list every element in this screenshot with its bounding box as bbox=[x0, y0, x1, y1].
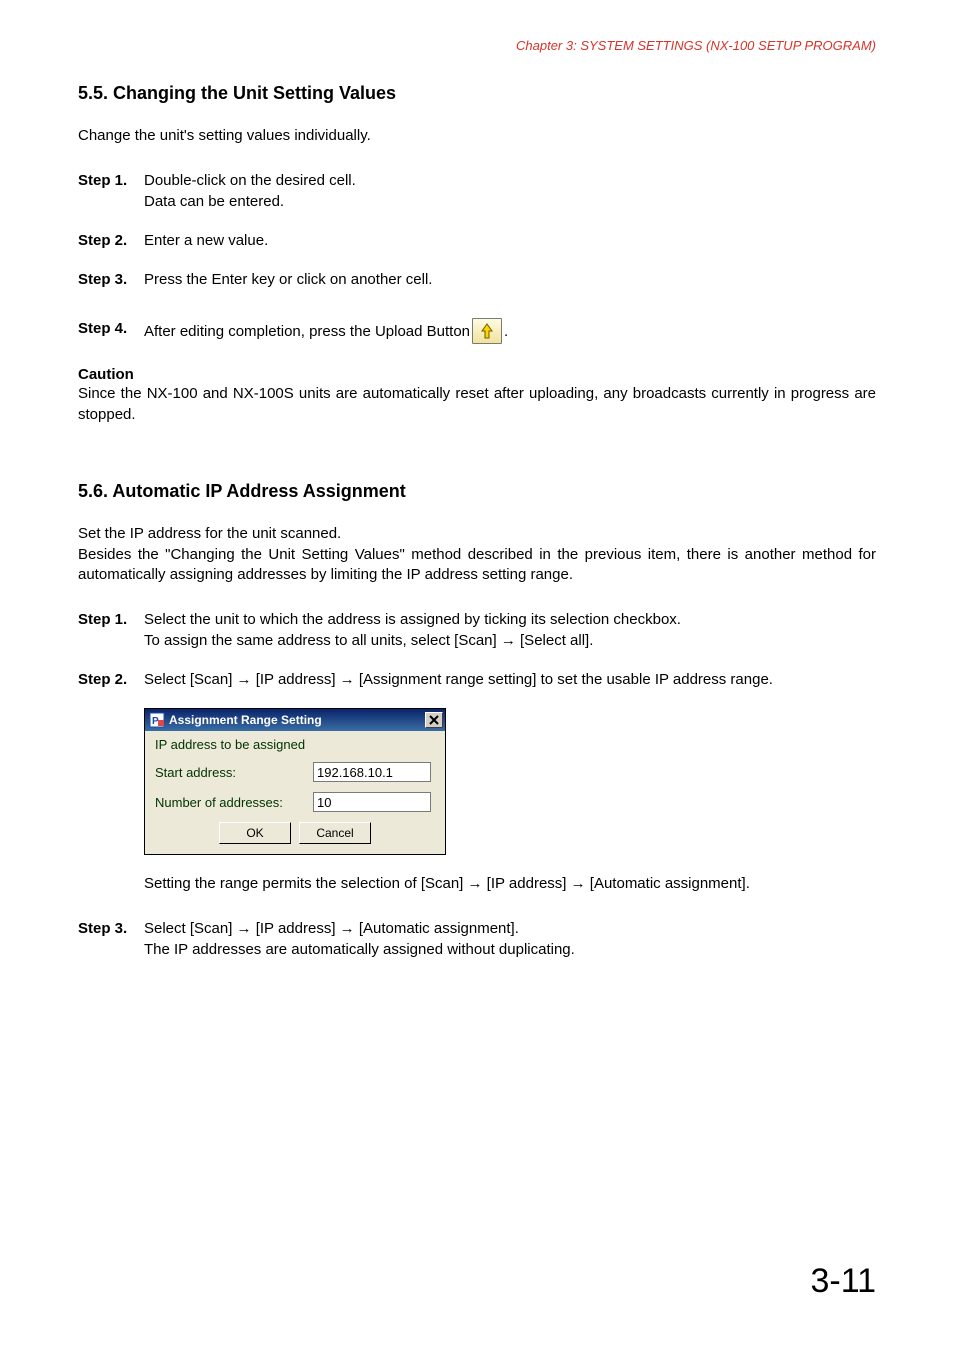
dialog-body: IP address to be assigned Start address:… bbox=[145, 731, 445, 854]
section-heading-56: 5.6. Automatic IP Address Assignment bbox=[78, 481, 876, 502]
section-56-intro2: Besides the "Changing the Unit Setting V… bbox=[78, 545, 876, 586]
page-number: 3-11 bbox=[810, 1262, 876, 1301]
step-2: Step 2. Enter a new value. bbox=[78, 230, 876, 251]
dialog-app-icon: P bbox=[149, 712, 165, 728]
section-heading-55: 5.5. Changing the Unit Setting Values bbox=[78, 83, 876, 104]
caution-text: Since the NX-100 and NX-100S units are a… bbox=[78, 383, 876, 425]
step-label: Step 4. bbox=[78, 318, 144, 339]
svg-text:P: P bbox=[152, 716, 159, 727]
step-56-1: Step 1. Select the unit to which the add… bbox=[78, 609, 876, 651]
step-text: Press the Enter key or click on another … bbox=[144, 269, 876, 290]
after-dialog-text: Setting the range permits the selection … bbox=[144, 873, 876, 894]
step-label: Step 3. bbox=[78, 918, 144, 939]
step-label: Step 2. bbox=[78, 669, 144, 690]
dialog-title: Assignment Range Setting bbox=[169, 713, 425, 727]
step-4: Step 4. After editing completion, press … bbox=[78, 318, 876, 344]
step-text: The IP addresses are automatically assig… bbox=[144, 939, 876, 960]
ok-button[interactable]: OK bbox=[219, 822, 291, 844]
cancel-button[interactable]: Cancel bbox=[299, 822, 371, 844]
step-label: Step 2. bbox=[78, 230, 144, 251]
step-label: Step 1. bbox=[78, 609, 144, 630]
dialog-subhead: IP address to be assigned bbox=[155, 737, 435, 752]
document-page: Chapter 3: SYSTEM SETTINGS (NX-100 SETUP… bbox=[0, 0, 954, 960]
step-text: To assign the same address to all units,… bbox=[144, 630, 876, 651]
dialog-close-button[interactable] bbox=[425, 712, 443, 728]
step-text: Enter a new value. bbox=[144, 230, 876, 251]
start-address-input[interactable] bbox=[313, 762, 431, 782]
step-1: Step 1. Double-click on the desired cell… bbox=[78, 170, 876, 212]
step-text: Select the unit to which the address is … bbox=[144, 609, 876, 630]
number-addresses-label: Number of addresses: bbox=[155, 795, 313, 810]
section-55-intro: Change the unit's setting values individ… bbox=[78, 126, 876, 146]
dialog-titlebar: P Assignment Range Setting bbox=[145, 709, 445, 731]
step-text-after: . bbox=[504, 321, 508, 342]
number-addresses-input[interactable] bbox=[313, 792, 431, 812]
step-text-before: After editing completion, press the Uplo… bbox=[144, 321, 470, 342]
step-56-3: Step 3. Select [Scan] → [IP address] → [… bbox=[78, 918, 876, 960]
section-56-intro1: Set the IP address for the unit scanned. bbox=[78, 524, 876, 544]
step-3: Step 3. Press the Enter key or click on … bbox=[78, 269, 876, 290]
step-text: Select [Scan] → [IP address] → [Assignme… bbox=[144, 669, 876, 690]
upload-button-icon bbox=[472, 318, 502, 344]
assignment-range-dialog: P Assignment Range Setting IP address to… bbox=[144, 708, 446, 855]
caution-heading: Caution bbox=[78, 366, 876, 383]
start-address-field: Start address: bbox=[155, 762, 435, 782]
step-56-2: Step 2. Select [Scan] → [IP address] → [… bbox=[78, 669, 876, 690]
chapter-header: Chapter 3: SYSTEM SETTINGS (NX-100 SETUP… bbox=[78, 38, 876, 53]
step-label: Step 1. bbox=[78, 170, 144, 191]
step-text: Data can be entered. bbox=[144, 191, 876, 212]
start-address-label: Start address: bbox=[155, 765, 313, 780]
step-text: Select [Scan] → [IP address] → [Automati… bbox=[144, 918, 876, 939]
step-text: Double-click on the desired cell. bbox=[144, 170, 876, 191]
number-addresses-field: Number of addresses: bbox=[155, 792, 435, 812]
step-label: Step 3. bbox=[78, 269, 144, 290]
